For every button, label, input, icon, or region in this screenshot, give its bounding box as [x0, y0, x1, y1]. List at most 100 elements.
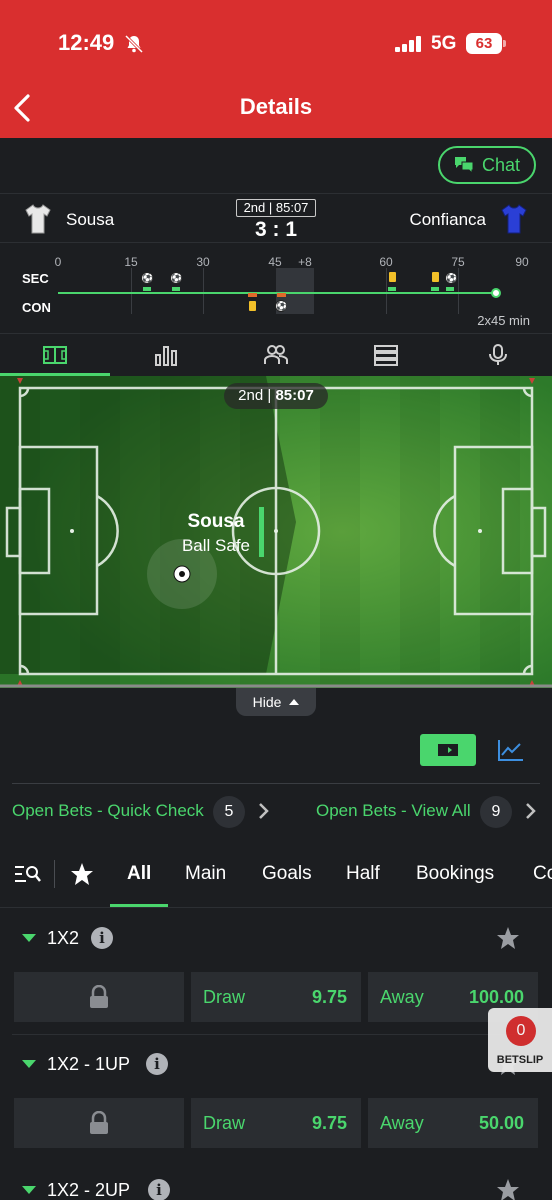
table-icon[interactable]: [374, 344, 398, 366]
betslip-label: BETSLIP: [496, 1054, 544, 1066]
battery-tip: [503, 40, 506, 47]
selection-label: Draw: [203, 1113, 246, 1133]
odds-button-draw[interactable]: Draw 9.75: [191, 1098, 361, 1148]
odds-value: 9.75: [311, 987, 347, 1007]
tick-label: +8: [298, 255, 312, 269]
pitch-clock: 2nd | 85:07: [224, 383, 328, 409]
divider: [12, 1034, 540, 1035]
event-marker: [446, 287, 454, 291]
star-icon[interactable]: [496, 926, 520, 950]
tick-label: 75: [451, 255, 465, 269]
event-marker: [431, 287, 439, 291]
star-icon[interactable]: [496, 1178, 520, 1200]
yellow-card-icon: [432, 272, 439, 282]
timeline-gridline: [131, 268, 132, 314]
chevron-right-icon[interactable]: [524, 802, 536, 820]
caret-down-icon: [22, 1060, 36, 1068]
filter-tab-half[interactable]: Half: [346, 863, 380, 885]
bell-off-icon: [124, 34, 144, 54]
hide-pitch-button[interactable]: Hide: [236, 688, 316, 716]
tick-label: 30: [196, 255, 210, 269]
search-list-icon[interactable]: [14, 864, 42, 884]
odds-button-draw[interactable]: Draw 9.75: [191, 972, 361, 1022]
info-icon[interactable]: i: [146, 1053, 168, 1075]
match-duration: 2x45 min: [477, 313, 530, 328]
home-shirt-icon: [25, 204, 51, 234]
open-bets-view-all[interactable]: Open Bets - View All: [316, 801, 471, 821]
market-header[interactable]: 1X2 - 1UP i: [0, 1045, 552, 1085]
view-all-count: 9: [480, 796, 512, 828]
odds-button-away[interactable]: Away 50.00: [368, 1098, 538, 1148]
ball-state: Ball Safe: [181, 536, 251, 555]
tick-label: 45: [268, 255, 282, 269]
goal-icon: ⚽: [170, 272, 183, 284]
yellow-card-icon: [249, 301, 256, 311]
pitch-period: 2nd: [238, 387, 264, 404]
market-header[interactable]: 1X2 - 2UP i: [0, 1171, 552, 1200]
tick-label: 60: [379, 255, 393, 269]
betslip-count: 0: [506, 1016, 536, 1046]
pitch-tracker: 2nd | 85:07 Sousa Ball Safe: [0, 376, 552, 688]
caret-down-icon: [22, 934, 36, 942]
market-header[interactable]: 1X2 i: [0, 919, 552, 959]
match-view-toggle[interactable]: [420, 734, 476, 766]
locked-selection: [14, 972, 184, 1022]
match-timeline: 0 15 30 45 +8 60 75 90 SEC CON ⚽ ⚽ ⚽ ⚽ 2…: [0, 244, 552, 332]
scoreboard-icon: [438, 744, 458, 756]
signal-icon: [395, 36, 421, 52]
chat-icon: [454, 157, 474, 174]
filter-tab-all[interactable]: All: [127, 863, 151, 885]
selection-label: Away: [380, 987, 424, 1007]
open-bets-quick-check[interactable]: Open Bets - Quick Check: [12, 801, 204, 821]
away-shirt-icon: [501, 204, 527, 234]
odds-value: 50.00: [478, 1113, 524, 1133]
event-marker: [277, 293, 286, 297]
filter-tab-more[interactable]: Co: [533, 863, 552, 885]
lock-icon: [90, 1111, 108, 1134]
tick-label: 15: [124, 255, 138, 269]
chat-button[interactable]: Chat: [438, 146, 536, 184]
market-name: 1X2 - 2UP: [47, 1180, 131, 1200]
market-name: 1X2: [47, 928, 80, 948]
market-name: 1X2 - 1UP: [47, 1054, 131, 1074]
timeline-gridline: [386, 268, 387, 314]
stats-icon[interactable]: [154, 344, 178, 366]
market-filter-bar: All Main Goals Half Bookings Co: [0, 840, 552, 908]
info-icon[interactable]: i: [91, 927, 113, 949]
timeline-gridline: [458, 268, 459, 314]
odds-value: 100.00: [468, 987, 524, 1007]
info-icon[interactable]: i: [148, 1179, 170, 1200]
goal-icon: ⚽: [275, 300, 288, 312]
locked-selection: [14, 1098, 184, 1148]
away-abbr: CON: [22, 300, 51, 315]
line-chart-icon[interactable]: [497, 738, 525, 762]
quick-check-count: 5: [213, 796, 245, 828]
tick-label: 90: [515, 255, 529, 269]
pitch-view-icon[interactable]: [43, 344, 67, 366]
goal-icon: ⚽: [445, 272, 458, 284]
lock-icon: [90, 985, 108, 1008]
event-marker: [143, 287, 151, 291]
filter-tab-bookings[interactable]: Bookings: [416, 863, 494, 885]
filter-tab-main[interactable]: Main: [185, 863, 226, 885]
status-time: 12:49: [58, 30, 115, 55]
filter-tab-goals[interactable]: Goals: [262, 863, 312, 885]
possession-team: Sousa: [187, 511, 245, 532]
microphone-icon[interactable]: [486, 344, 510, 366]
odds-value: 9.75: [311, 1113, 347, 1133]
active-filter-indicator: [110, 904, 168, 907]
lineups-icon[interactable]: [264, 344, 288, 366]
betslip-button[interactable]: 0 BETSLIP: [488, 1008, 552, 1072]
home-abbr: SEC: [22, 271, 49, 286]
network-type: 5G: [431, 33, 457, 54]
event-marker: [172, 287, 180, 291]
selection-label: Draw: [203, 987, 246, 1007]
page-title: Details: [239, 94, 313, 119]
event-marker: [248, 293, 257, 297]
chevron-right-icon[interactable]: [257, 802, 269, 820]
divider: [54, 860, 55, 888]
away-team-name: Confianca: [409, 210, 486, 229]
star-icon[interactable]: [70, 862, 94, 886]
battery-icon: 63: [466, 33, 502, 54]
match-period: 2nd | 85:07: [236, 199, 316, 217]
